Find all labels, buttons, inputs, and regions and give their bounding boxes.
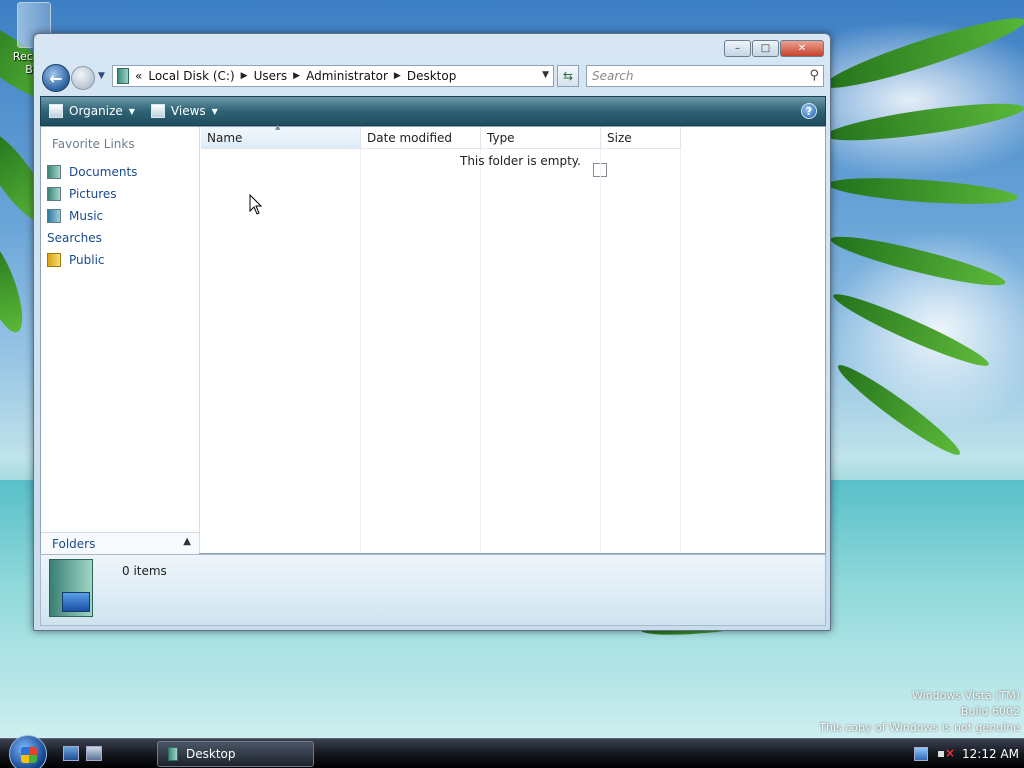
folder-icon <box>168 747 178 761</box>
chevron-right-icon[interactable]: ▶ <box>394 71 401 81</box>
back-button[interactable]: ← <box>42 64 70 92</box>
chevron-up-icon[interactable]: ▲ <box>183 536 191 547</box>
breadcrumb-local-disk[interactable]: Local Disk (C:) <box>148 69 234 83</box>
refresh-icon: ⇆ <box>562 69 574 83</box>
views-label: Views <box>170 104 206 118</box>
column-header-size[interactable]: Size <box>601 127 681 149</box>
column-divider <box>600 149 601 553</box>
favorite-link-label: Documents <box>69 165 138 179</box>
maximize-button[interactable]: □ <box>752 40 779 57</box>
breadcrumb-administrator[interactable]: Administrator <box>306 69 388 83</box>
favorite-links-title: Favorite Links <box>52 137 135 151</box>
details-pane: 0 items <box>40 554 826 626</box>
monitor-icon <box>62 592 90 612</box>
navigation-pane: Favorite Links Documents Pictures Music … <box>41 127 607 554</box>
network-icon[interactable] <box>914 747 928 761</box>
recent-pages-dropdown[interactable]: ▼ <box>98 71 105 81</box>
column-header-label: Type <box>487 130 515 145</box>
column-header-date-modified[interactable]: Date modified <box>361 127 481 149</box>
views-button[interactable]: Views ▼ <box>150 104 218 118</box>
column-divider <box>360 149 361 553</box>
switch-windows-icon[interactable] <box>86 746 102 761</box>
address-dropdown-icon[interactable]: ▼ <box>542 70 549 80</box>
command-toolbar: Organize ▼ Views ▼ ? <box>40 96 826 126</box>
column-divider <box>480 149 481 553</box>
favorite-link-public[interactable]: Public <box>47 249 137 271</box>
folder-icon <box>117 68 129 84</box>
breadcrumb-users[interactable]: Users <box>254 69 288 83</box>
favorite-links-list: Documents Pictures Music Searches Public <box>47 161 607 271</box>
desktop-folder-icon <box>49 559 93 617</box>
windows-watermark: Windows Vista (TM) Build 6002 This copy … <box>819 688 1020 736</box>
public-folder-icon <box>47 253 61 267</box>
system-tray: 12:12 AM <box>906 739 1024 768</box>
chevron-right-icon[interactable]: ▶ <box>293 71 300 81</box>
watermark-line: Windows Vista (TM) <box>911 689 1020 702</box>
content-area: Favorite Links Documents Pictures Music … <box>40 123 826 554</box>
close-button[interactable]: ✕ <box>780 40 824 57</box>
help-button[interactable]: ? <box>801 103 817 119</box>
file-list[interactable]: ▲ Name Date modified Type Size This fold… <box>201 123 826 553</box>
chevron-right-icon[interactable]: ▶ <box>241 71 248 81</box>
favorite-link-music[interactable]: Music <box>47 205 137 227</box>
taskbar-item-label: Desktop <box>186 747 236 761</box>
column-header-type[interactable]: Type <box>481 127 601 149</box>
views-icon <box>150 104 165 118</box>
column-header-label: Date modified <box>367 130 453 145</box>
address-bar[interactable]: « Local Disk (C:) ▶ Users ▶ Administrato… <box>112 65 554 87</box>
organize-label: Organize <box>69 104 123 118</box>
breadcrumb-desktop[interactable]: Desktop <box>407 69 457 83</box>
windows-logo-icon <box>21 747 37 763</box>
show-desktop-icon[interactable] <box>63 746 79 761</box>
favorite-link-pictures[interactable]: Pictures <box>47 183 137 205</box>
chevron-down-icon: ▼ <box>128 106 135 116</box>
empty-folder-message: This folder is empty. <box>460 154 581 168</box>
start-button[interactable] <box>9 735 47 768</box>
favorite-link-searches[interactable]: Searches <box>47 163 607 249</box>
folders-toggle[interactable]: Folders ▲ <box>41 532 199 554</box>
clock[interactable]: 12:12 AM <box>962 747 1019 761</box>
organize-button[interactable]: Organize ▼ <box>49 104 135 118</box>
item-count: 0 items <box>122 564 167 578</box>
volume-muted-icon[interactable] <box>938 746 955 761</box>
refresh-button[interactable]: ⇆ <box>557 65 579 87</box>
favorite-link-label: Searches <box>47 231 102 245</box>
favorite-link-label: Pictures <box>69 187 117 201</box>
column-header-label: Name <box>207 130 243 145</box>
pictures-icon <box>47 187 61 201</box>
mouse-cursor-icon <box>249 194 263 215</box>
sort-ascending-icon: ▲ <box>275 123 281 131</box>
folders-label: Folders <box>52 536 96 551</box>
forward-button[interactable] <box>71 66 95 90</box>
favorite-link-documents[interactable]: Documents <box>47 161 137 183</box>
window-controls: – □ ✕ <box>724 40 824 57</box>
chevron-down-icon: ▼ <box>211 106 218 116</box>
taskbar-item-desktop[interactable]: Desktop <box>157 741 314 767</box>
taskbar: Desktop 12:12 AM <box>0 735 1024 768</box>
navigation-bar: ← ▼ « Local Disk (C:) ▶ Users ▶ Administ… <box>40 63 826 95</box>
music-icon <box>47 209 61 223</box>
back-arrow-icon: ← <box>49 68 63 88</box>
favorite-link-label: Public <box>69 253 105 267</box>
search-input[interactable]: Search <box>592 69 634 83</box>
minimize-button[interactable]: – <box>724 40 751 57</box>
favorite-link-label: Music <box>69 209 104 223</box>
organize-icon <box>49 104 63 118</box>
column-divider <box>680 149 681 553</box>
search-box[interactable]: Search ⚲ <box>586 65 824 87</box>
search-icon[interactable]: ⚲ <box>809 68 819 83</box>
column-header-name[interactable]: ▲ Name <box>201 123 361 149</box>
breadcrumb-overflow[interactable]: « <box>135 69 142 83</box>
palm-leaf <box>0 232 32 338</box>
watermark-line: Build 6002 <box>960 705 1020 718</box>
explorer-window[interactable]: – □ ✕ ← ▼ « Local Disk (C:) ▶ Users ▶ Ad… <box>33 33 831 631</box>
documents-icon <box>47 165 61 179</box>
column-header-label: Size <box>607 130 632 145</box>
watermark-line: This copy of Windows is not genuine <box>819 721 1020 734</box>
